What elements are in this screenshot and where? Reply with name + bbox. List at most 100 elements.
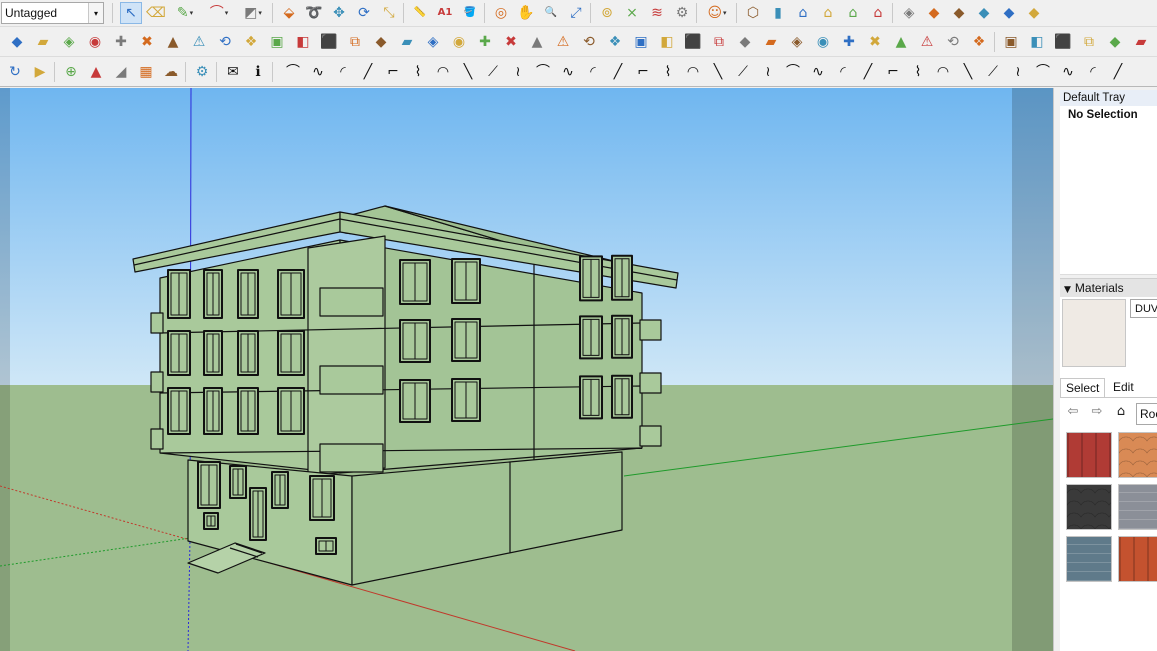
zoom-tool-icon[interactable]: 🔍 xyxy=(540,2,562,24)
layout-icon[interactable]: ≋ xyxy=(646,2,668,24)
home-icon[interactable]: ⌂ xyxy=(1112,403,1130,421)
drawing-tool-34-icon[interactable]: ╱ xyxy=(1107,61,1129,83)
view-left-icon[interactable]: ⌂ xyxy=(867,2,889,24)
red-roof-material-thumb[interactable] xyxy=(1066,432,1112,478)
drawing-tool-32-icon[interactable]: ∿ xyxy=(1057,61,1079,83)
drawing-tool-26-icon[interactable]: ⌇ xyxy=(907,61,929,83)
extension-tool-9-icon[interactable]: ⟲ xyxy=(214,31,236,53)
extension-tool-19-icon[interactable]: ✚ xyxy=(474,31,496,53)
eraser-tool-icon[interactable]: ⌫ xyxy=(145,2,167,24)
extension-tool-26-icon[interactable]: ◧ xyxy=(656,31,678,53)
back-arrow-icon[interactable]: ⇦ xyxy=(1064,403,1082,421)
extension-tool-38-icon[interactable]: ❖ xyxy=(968,31,990,53)
mail-icon[interactable]: ✉ xyxy=(222,61,244,83)
extension-tool-42-icon[interactable]: ⧉ xyxy=(1078,31,1100,53)
extension-tool-33-icon[interactable]: ✚ xyxy=(838,31,860,53)
tab-select[interactable]: Select xyxy=(1060,378,1106,397)
extension-tool-7-icon[interactable]: ▲ xyxy=(162,31,184,53)
material-name-field[interactable]: DUVA xyxy=(1130,299,1157,318)
select-tool-icon[interactable]: ↖ xyxy=(120,2,142,24)
extension-tool-20-icon[interactable]: ✖ xyxy=(500,31,522,53)
slate-shingles-material-thumb[interactable] xyxy=(1066,484,1112,530)
grey-stone-material-thumb[interactable] xyxy=(1118,484,1157,530)
drawing-tool-6-icon[interactable]: ⌇ xyxy=(407,61,429,83)
view-top-icon[interactable]: ▮ xyxy=(767,2,789,24)
terracotta-tiles-material-thumb[interactable] xyxy=(1118,432,1157,478)
rotate-tool-icon[interactable]: ⟳ xyxy=(353,2,375,24)
extension-tool-1-icon[interactable]: ◆ xyxy=(6,31,28,53)
collapse-triangle-icon[interactable]: ▼ xyxy=(1064,285,1071,295)
extension-tool-17-icon[interactable]: ◈ xyxy=(422,31,444,53)
pan-tool-icon[interactable]: ✋ xyxy=(515,2,537,24)
extension-tool-37-icon[interactable]: ⟲ xyxy=(942,31,964,53)
paint-bucket-tool-icon[interactable]: 🪣 xyxy=(459,2,481,24)
model-viewport[interactable] xyxy=(0,88,1053,651)
extension-tool-30-icon[interactable]: ▰ xyxy=(760,31,782,53)
style-shaded-icon[interactable]: ◆ xyxy=(948,2,970,24)
extension-tool-12-icon[interactable]: ◧ xyxy=(292,31,314,53)
viewport-canvas[interactable] xyxy=(0,88,1053,651)
section-display-icon[interactable]: ◆ xyxy=(1023,2,1045,24)
drawing-tool-10-icon[interactable]: ≀ xyxy=(507,61,529,83)
tape-measure-tool-icon[interactable]: 📏 xyxy=(409,2,431,24)
extension-tool-6-icon[interactable]: ✖ xyxy=(136,31,158,53)
drawing-tool-9-icon[interactable]: ⟋ xyxy=(482,61,504,83)
extension-tool-15-icon[interactable]: ◆ xyxy=(370,31,392,53)
clay-tiles-material-thumb[interactable] xyxy=(1118,536,1157,582)
drawing-tool-27-icon[interactable]: ◠ xyxy=(932,61,954,83)
drawing-tool-30-icon[interactable]: ≀ xyxy=(1007,61,1029,83)
drawing-tool-4-icon[interactable]: ╱ xyxy=(357,61,379,83)
refresh-icon[interactable]: ↻ xyxy=(4,61,26,83)
settings-gear-icon[interactable]: ⚙ xyxy=(191,61,213,83)
sandbox-icon[interactable]: ◢ xyxy=(110,61,132,83)
drawing-tool-18-icon[interactable]: ╲ xyxy=(707,61,729,83)
terrain-icon[interactable]: ▲ xyxy=(85,61,107,83)
extension-tool-18-icon[interactable]: ◉ xyxy=(448,31,470,53)
scale-tool-icon[interactable]: ⤡ xyxy=(378,2,400,24)
orbit-tool-icon[interactable]: ◎ xyxy=(490,2,512,24)
extension-tool-35-icon[interactable]: ▲ xyxy=(890,31,912,53)
materials-panel-header[interactable]: ▼ Materials xyxy=(1060,278,1157,298)
view-right-icon[interactable]: ⌂ xyxy=(817,2,839,24)
extension-tool-14-icon[interactable]: ⧉ xyxy=(344,31,366,53)
video-camera-icon[interactable]: ▶ xyxy=(29,61,51,83)
rectangle-tool-icon[interactable]: ◩ ▾ xyxy=(238,2,268,24)
extension-tool-28-icon[interactable]: ⧉ xyxy=(708,31,730,53)
drawing-tool-31-icon[interactable]: ⌒ xyxy=(1032,61,1054,83)
extension-tool-21-icon[interactable]: ▲ xyxy=(526,31,548,53)
extension-tool-16-icon[interactable]: ▰ xyxy=(396,31,418,53)
extension-tool-8-icon[interactable]: ⚠ xyxy=(188,31,210,53)
blue-grey-metal-material-thumb[interactable] xyxy=(1066,536,1112,582)
section-plane-icon[interactable]: ◆ xyxy=(998,2,1020,24)
extension-tool-23-icon[interactable]: ⟲ xyxy=(578,31,600,53)
drawing-tool-14-icon[interactable]: ╱ xyxy=(607,61,629,83)
forward-arrow-icon[interactable]: ⇨ xyxy=(1088,403,1106,421)
material-preview-swatch[interactable] xyxy=(1062,299,1126,367)
style-xray-icon[interactable]: ◈ xyxy=(898,2,920,24)
extension-tool-24-icon[interactable]: ❖ xyxy=(604,31,626,53)
drawing-tool-29-icon[interactable]: ⟋ xyxy=(982,61,1004,83)
view-back-icon[interactable]: ⌂ xyxy=(842,2,864,24)
extension-tool-29-icon[interactable]: ◆ xyxy=(734,31,756,53)
extension-tool-41-icon[interactable]: ⬛ xyxy=(1052,31,1074,53)
extension-tool-34-icon[interactable]: ✖ xyxy=(864,31,886,53)
info-icon[interactable]: ℹ xyxy=(247,61,269,83)
material-library-dropdown[interactable]: Roo xyxy=(1136,403,1157,425)
drawing-tool-21-icon[interactable]: ⌒ xyxy=(782,61,804,83)
texture-checker-icon[interactable]: ▦ xyxy=(135,61,157,83)
extension-tool-2-icon[interactable]: ▰ xyxy=(32,31,54,53)
drawing-tool-15-icon[interactable]: ⌐ xyxy=(632,61,654,83)
drawing-tool-2-icon[interactable]: ∿ xyxy=(307,61,329,83)
tag-dropdown[interactable]: Untagged ▾ xyxy=(1,2,104,24)
extension-tool-22-icon[interactable]: ⚠ xyxy=(552,31,574,53)
extension-tool-3-icon[interactable]: ◈ xyxy=(58,31,80,53)
style-textured-icon[interactable]: ◆ xyxy=(973,2,995,24)
view-iso-icon[interactable]: ⬡ xyxy=(742,2,764,24)
drawing-tool-7-icon[interactable]: ◠ xyxy=(432,61,454,83)
push-pull-tool-icon[interactable]: ⬙ xyxy=(278,2,300,24)
drawing-tool-20-icon[interactable]: ≀ xyxy=(757,61,779,83)
drawing-tool-25-icon[interactable]: ⌐ xyxy=(882,61,904,83)
arc-tool-icon[interactable]: ⌒ ▾ xyxy=(204,2,234,24)
view-front-icon[interactable]: ⌂ xyxy=(792,2,814,24)
warehouse-icon[interactable]: ⊚ xyxy=(596,2,618,24)
